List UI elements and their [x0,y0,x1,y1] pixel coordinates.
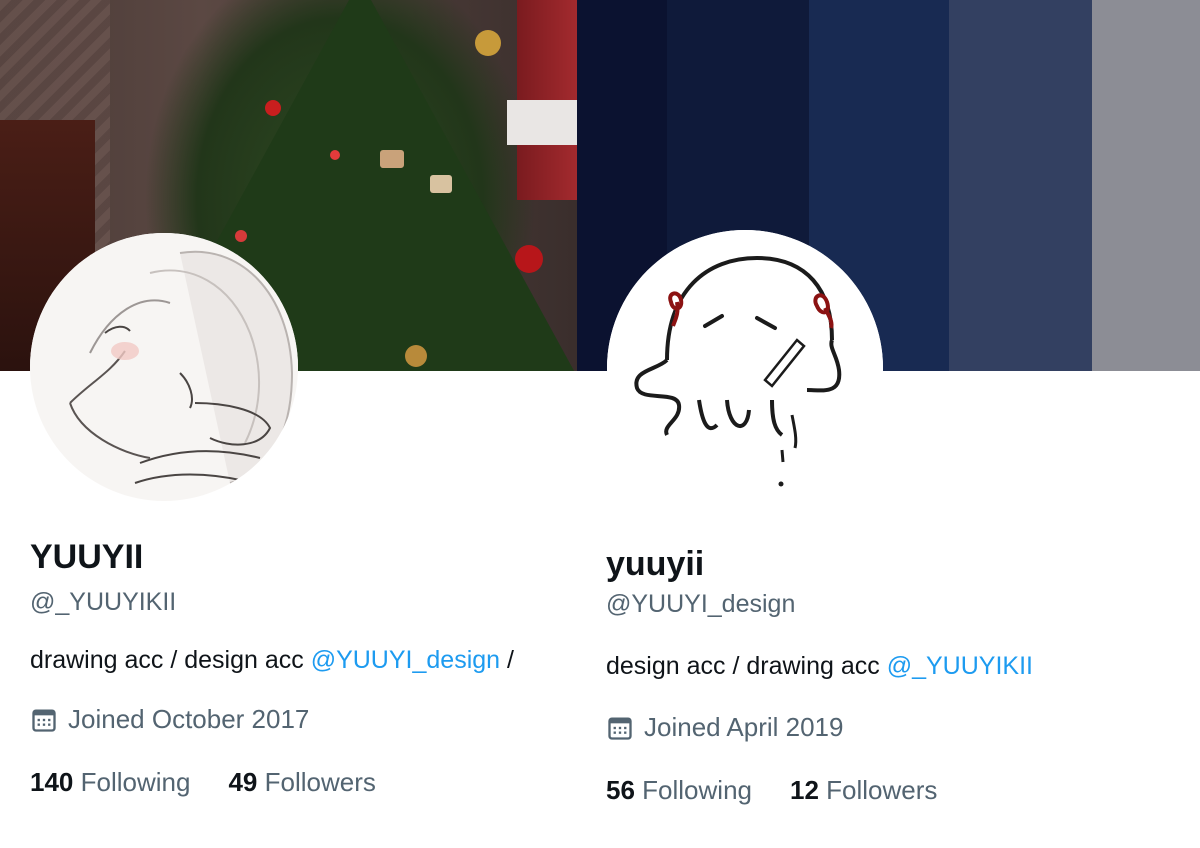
followers-count: 12 [789,775,819,805]
profile-card-yuuyi-design: yuuyii @YUUYI_design design acc / drawin… [577,0,1200,848]
calendar-icon [608,717,632,740]
ghost-doodle-icon [607,230,883,506]
followers-link[interactable]: 49 Followers [228,767,375,798]
ornament [430,175,452,193]
followers-label: Followers [826,775,938,805]
banner-stripe [1092,0,1200,371]
ornament [380,150,404,168]
sketch-portrait-icon [30,233,298,501]
ornament [475,30,501,56]
followers-link[interactable]: 12 Followers [790,775,937,806]
username-handle: @YUUYI_design [606,590,796,618]
followers-count: 49 [228,767,258,797]
follow-stats: 56 Following 12 Followers [606,775,937,806]
following-link[interactable]: 140 Following [30,767,190,798]
avatar[interactable] [30,233,298,501]
bio-tail: / [500,646,514,674]
ornament [515,245,543,273]
avatar[interactable] [607,230,883,506]
bio-text: design acc / drawing acc [606,652,887,680]
following-label: Following [642,775,752,805]
ornament [405,345,427,367]
joined-date: Joined October 2017 [30,704,309,735]
banner-paper [507,100,577,145]
bio-mention-link[interactable]: @_YUUYIKII [887,652,1033,680]
following-count: 140 [30,767,74,797]
ornament [330,150,340,160]
ornament [265,100,281,116]
following-count: 56 [606,775,635,805]
profile-bio: drawing acc / design acc @YUUYI_design / [30,646,514,675]
joined-label: Joined October 2017 [68,704,310,734]
bio-mention-link[interactable]: @YUUYI_design [311,646,500,674]
profile-bio: design acc / drawing acc @_YUUYIKII [606,652,1033,681]
display-name: yuuyii [606,545,705,583]
following-label: Following [80,767,191,797]
profile-card-yuuyikii: YUUYII @_YUUYIKII drawing acc / design a… [0,0,577,848]
display-name: YUUYII [30,538,144,576]
banner-stripe [949,0,1092,371]
followers-label: Followers [264,767,376,797]
calendar-icon [32,709,56,732]
follow-stats: 140 Following 49 Followers [30,767,376,798]
following-link[interactable]: 56 Following [606,775,752,806]
ornament [235,230,247,242]
username-handle: @_YUUYIKII [30,588,177,616]
joined-label: Joined April 2019 [644,712,844,742]
joined-date: Joined April 2019 [606,712,843,743]
bio-text: drawing acc / design acc [30,646,311,674]
